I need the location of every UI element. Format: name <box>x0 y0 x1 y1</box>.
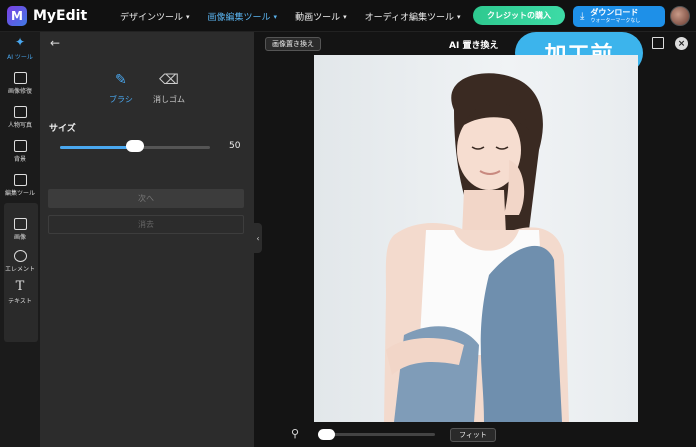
close-icon[interactable]: × <box>675 37 688 50</box>
rail-item-elements[interactable]: エレメント <box>0 250 40 273</box>
rail-item-label: 背景 <box>13 156 26 163</box>
download-button[interactable]: ⤓ ダウンロード ウォーターマークなし <box>573 6 665 27</box>
avatar[interactable] <box>670 6 690 26</box>
rail-item-label: 画像 <box>13 234 26 241</box>
chevron-down-icon: ▾ <box>186 12 190 21</box>
rail-item-ai-tools[interactable]: ✦ AI ツール <box>0 35 40 61</box>
portrait-icon <box>13 106 27 118</box>
size-slider-fill <box>60 146 135 149</box>
app-name: MyEdit <box>33 8 88 24</box>
main-nav: デザインツール ▾ 画像編集ツール ▾ 動画ツール ▾ オーディオ編集ツール ▾ <box>120 10 478 24</box>
rail-item-label: 画像修復 <box>7 88 32 95</box>
nav-label: 画像編集ツール <box>207 13 271 23</box>
next-button[interactable]: 次へ <box>48 189 244 208</box>
buy-credits-button[interactable]: クレジットの購入 <box>473 6 565 25</box>
photo-canvas[interactable] <box>314 55 638 422</box>
app-logo[interactable]: M MyEdit <box>7 6 87 26</box>
nav-item-image-edit-tools[interactable]: 画像編集ツール ▾ <box>207 10 278 24</box>
rail-item-portrait[interactable]: 人物写真 <box>0 106 40 129</box>
size-value: 50 <box>229 141 241 151</box>
nav-item-audio-tools[interactable]: オーディオ編集ツール ▾ <box>364 10 461 24</box>
rail-item-image[interactable]: 画像 <box>0 218 40 241</box>
nav-label: デザインツール <box>120 13 184 23</box>
text-icon: T <box>15 279 25 294</box>
rail-item-text[interactable]: T テキスト <box>0 279 40 305</box>
nav-label: 動画ツール <box>295 13 341 23</box>
nav-label: オーディオ編集ツール <box>364 13 454 23</box>
canvas-area: 画像置き換え AI 置き換え 加工前 × <box>262 32 696 447</box>
top-bar: M MyEdit デザインツール ▾ 画像編集ツール ▾ 動画ツール ▾ オーディオ編… <box>0 0 696 32</box>
zoom-slider[interactable] <box>320 433 435 436</box>
eraser-icon: ⌫ <box>159 72 179 88</box>
eraser-label: 消しゴム <box>153 95 185 104</box>
rail-item-edit-tools[interactable]: 編集ツール <box>0 174 40 197</box>
zoom-slider-handle[interactable] <box>318 429 335 440</box>
chevron-down-icon: ▾ <box>273 12 278 21</box>
brush-label: ブラシ <box>109 95 133 104</box>
rail-item-label: AI ツール <box>7 54 33 61</box>
elements-icon <box>13 250 27 262</box>
left-rail: ✦ AI ツール 画像修復 人物写真 背景 編集ツール 画像 エレメント T テ… <box>0 32 40 447</box>
back-arrow-icon[interactable]: ← <box>50 36 60 50</box>
fit-button[interactable]: フィット <box>450 428 496 442</box>
background-icon <box>13 140 27 152</box>
rail-item-label: 人物写真 <box>7 122 32 129</box>
download-icon: ⤓ <box>580 11 585 22</box>
brush-tool[interactable]: ✎ ブラシ <box>109 72 133 105</box>
brush-icon: ✎ <box>115 72 127 88</box>
canvas-title: AI 置き換え <box>449 41 499 51</box>
nav-item-video-tools[interactable]: 動画ツール ▾ <box>295 10 347 24</box>
rail-item-label: エレメント <box>4 266 35 273</box>
rail-item-label: テキスト <box>8 298 32 305</box>
download-sublabel: ウォーターマークなし <box>590 17 641 24</box>
eraser-tool[interactable]: ⌫ 消しゴム <box>153 72 185 105</box>
image-repair-icon <box>13 72 27 84</box>
image-icon <box>13 218 27 230</box>
logo-mark-icon: M <box>7 6 27 26</box>
download-label: ダウンロード <box>590 7 639 17</box>
edit-tools-icon <box>13 174 27 186</box>
collapse-panel-button[interactable]: ‹ <box>254 223 262 253</box>
rail-item-label: 編集ツール <box>4 190 35 197</box>
nav-item-design-tools[interactable]: デザインツール ▾ <box>120 10 190 24</box>
tool-panel: ← ✎ ブラシ ⌫ 消しゴム サイズ 50 次へ 消去 <box>40 32 254 447</box>
compare-icon[interactable] <box>652 37 664 49</box>
replace-image-button[interactable]: 画像置き換え <box>265 37 321 51</box>
clear-button[interactable]: 消去 <box>48 215 244 234</box>
download-text: ダウンロード ウォーターマークなし <box>590 7 641 25</box>
rail-item-image-repair[interactable]: 画像修復 <box>0 72 40 95</box>
chevron-down-icon: ▾ <box>343 12 347 21</box>
magic-wand-icon: ✦ <box>14 35 26 49</box>
chevron-left-icon: ‹ <box>256 233 260 243</box>
zoom-icon: ⚲ <box>291 427 300 440</box>
rail-item-background[interactable]: 背景 <box>0 140 40 163</box>
portrait-photo <box>384 73 569 422</box>
size-slider-handle[interactable] <box>126 140 144 152</box>
chevron-down-icon: ▾ <box>456 12 461 21</box>
size-label: サイズ <box>49 124 76 134</box>
